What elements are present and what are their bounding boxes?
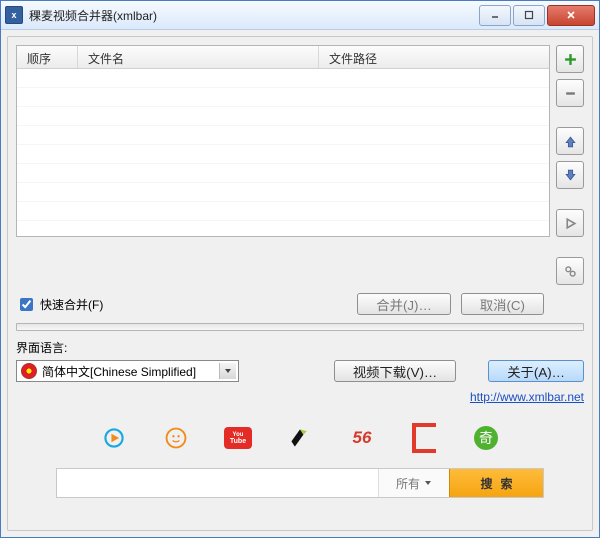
letter-c-icon: [412, 423, 436, 453]
col-order[interactable]: 顺序: [17, 46, 78, 68]
site-logo-2[interactable]: [162, 426, 190, 450]
list-body[interactable]: [17, 69, 549, 235]
play-button[interactable]: [556, 209, 584, 237]
yt-bottom: Tube: [230, 438, 246, 445]
flag-icon: [21, 363, 37, 379]
chevron-down-icon: [424, 479, 432, 487]
num56-text: 56: [353, 428, 372, 448]
search-bar: 所有 搜索: [56, 468, 544, 498]
language-select[interactable]: 简体中文[Chinese Simplified]: [16, 360, 239, 382]
app-window: x 稞麦视频合并器(xmlbar) 顺序 文件名 文件路径: [0, 0, 600, 538]
site-logos-row: You Tube 56 奇: [16, 412, 584, 460]
col-filepath[interactable]: 文件路径: [319, 46, 549, 68]
move-down-button[interactable]: [556, 161, 584, 189]
cancel-button[interactable]: 取消(C): [461, 293, 544, 315]
fast-merge-checkbox[interactable]: 快速合并(F): [16, 295, 103, 314]
side-button-bar: [556, 45, 584, 285]
file-list[interactable]: 顺序 文件名 文件路径: [16, 45, 550, 237]
fast-merge-label: 快速合并(F): [40, 296, 103, 313]
merge-button[interactable]: 合并(J)…: [357, 293, 451, 315]
add-button[interactable]: [556, 45, 584, 73]
window-title: 稞麦视频合并器(xmlbar): [29, 7, 477, 24]
language-section: 界面语言: 简体中文[Chinese Simplified] 视频下载(V)… …: [16, 339, 584, 382]
separator-bar: [16, 323, 584, 331]
search-button[interactable]: 搜索: [449, 469, 543, 497]
site-logo-4[interactable]: [286, 426, 314, 450]
chevron-down-icon: [219, 363, 236, 379]
window-controls: [477, 5, 595, 26]
remove-button[interactable]: [556, 79, 584, 107]
app-icon: x: [5, 6, 23, 24]
settings-button[interactable]: [556, 257, 584, 285]
website-link[interactable]: http://www.xmlbar.net: [470, 390, 584, 404]
language-label: 界面语言:: [16, 339, 584, 356]
list-header: 顺序 文件名 文件路径: [17, 46, 549, 69]
about-button[interactable]: 关于(A)…: [488, 360, 584, 382]
minimize-button[interactable]: [479, 5, 511, 26]
titlebar: x 稞麦视频合并器(xmlbar): [1, 1, 599, 30]
file-list-row: 顺序 文件名 文件路径: [16, 45, 584, 285]
merge-controls-row: 快速合并(F) 合并(J)… 取消(C): [16, 293, 584, 315]
col-filename[interactable]: 文件名: [78, 46, 319, 68]
maximize-button[interactable]: [513, 5, 545, 26]
search-filter-select[interactable]: 所有: [378, 469, 449, 497]
search-input[interactable]: [57, 469, 378, 497]
website-link-row: http://www.xmlbar.net: [16, 390, 584, 404]
site-logo-qi[interactable]: 奇: [472, 426, 500, 450]
qi-text: 奇: [474, 426, 498, 450]
move-up-button[interactable]: [556, 127, 584, 155]
site-logo-56[interactable]: 56: [348, 426, 376, 450]
video-download-button[interactable]: 视频下载(V)…: [334, 360, 456, 382]
site-logo-1[interactable]: [100, 426, 128, 450]
client-area: 顺序 文件名 文件路径: [7, 36, 593, 531]
search-filter-label: 所有: [396, 475, 420, 492]
close-button[interactable]: [547, 5, 595, 26]
site-logo-c[interactable]: [410, 426, 438, 450]
language-selected: 简体中文[Chinese Simplified]: [42, 363, 214, 380]
youtube-logo[interactable]: You Tube: [224, 426, 252, 450]
fast-merge-input[interactable]: [20, 298, 33, 311]
